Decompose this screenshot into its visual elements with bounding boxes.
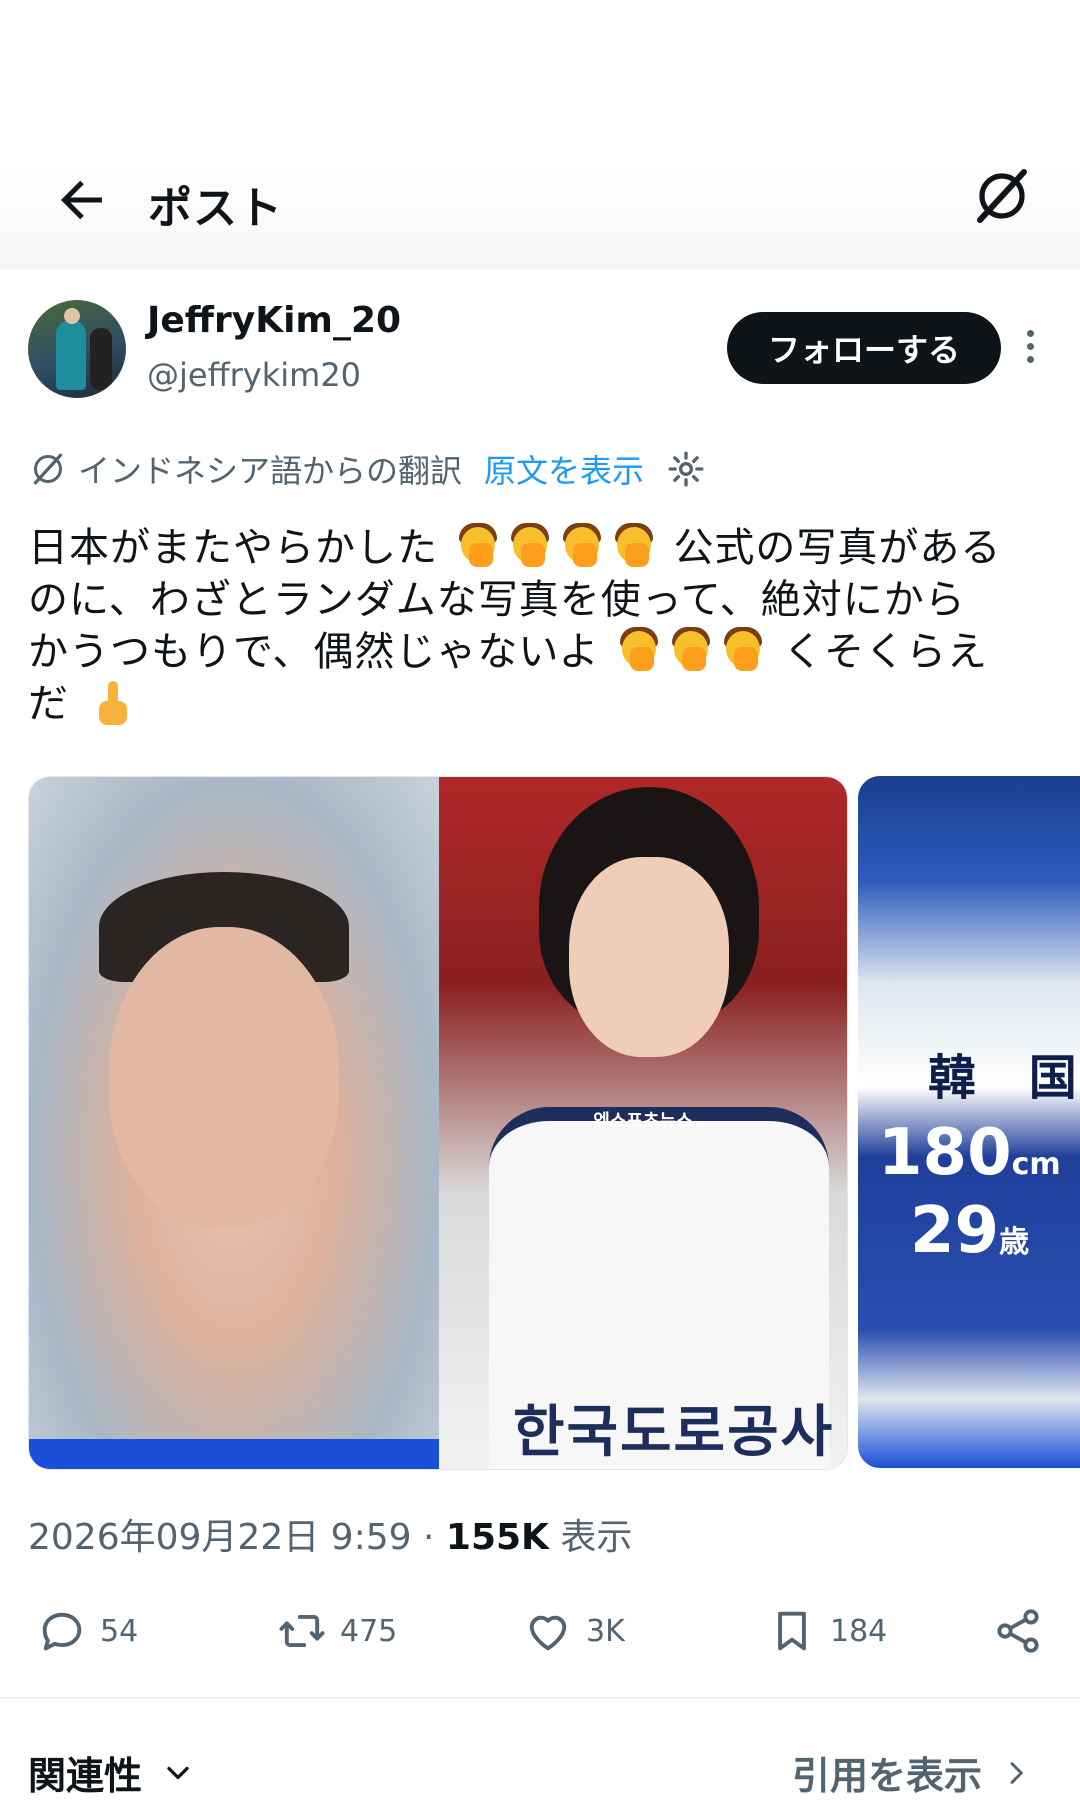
jersey-text: 한국도로공사 bbox=[513, 1400, 835, 1465]
image-right-panel: 엑스포츠뉴스 한국도로공사 bbox=[439, 777, 847, 1469]
reply-icon bbox=[42, 1612, 82, 1651]
more-options-icon[interactable] bbox=[1018, 330, 1042, 370]
view-label: 表示 bbox=[560, 1517, 633, 1558]
avatar-head bbox=[64, 308, 80, 324]
translation-bar: インドネシア語からの翻訳 原文を表示 bbox=[28, 446, 706, 492]
facepalm-emoji-icon bbox=[559, 523, 605, 569]
post-text: 日本がまたやらかした 公式の写真がある のに、わざとランダムな写真を使って、絶対… bbox=[28, 522, 1058, 730]
author-handle[interactable]: @jeffrykim20 bbox=[147, 356, 361, 394]
arrow-left-icon[interactable] bbox=[52, 170, 112, 230]
repost-button[interactable]: 475 bbox=[276, 1604, 397, 1658]
grok-translate-icon bbox=[33, 453, 63, 485]
avatar-figure-2 bbox=[90, 328, 112, 390]
show-original-link[interactable]: 原文を表示 bbox=[484, 446, 644, 492]
show-quotes-link[interactable]: 引用を表示 bbox=[792, 1745, 1032, 1800]
image-left-panel bbox=[29, 777, 439, 1469]
follow-button[interactable]: フォローする bbox=[727, 312, 1001, 384]
heart-icon bbox=[529, 1615, 567, 1651]
facepalm-emoji-icon bbox=[507, 523, 553, 569]
post-line-4: だ bbox=[28, 678, 1058, 730]
caption-country: 韓 国 bbox=[928, 1050, 1080, 1106]
translation-label: インドネシア語からの翻訳 bbox=[78, 452, 463, 490]
meta-separator: · bbox=[422, 1517, 435, 1558]
bookmark-count: 184 bbox=[830, 1613, 888, 1649]
facepalm-emoji-icon bbox=[668, 627, 714, 673]
like-button[interactable]: 3K bbox=[522, 1604, 625, 1658]
reply-button[interactable]: 54 bbox=[36, 1604, 138, 1658]
top-bar: ポスト bbox=[0, 150, 1080, 250]
facepalm-emoji-icon bbox=[611, 523, 657, 569]
caption-height: 180cm bbox=[878, 1116, 1061, 1190]
author-display-name[interactable]: JeffryKim_20 bbox=[147, 300, 401, 341]
post-line-3: かうつもりで、偶然じゃないよ くそくらえ bbox=[28, 627, 989, 675]
grok-icon[interactable] bbox=[970, 164, 1034, 228]
action-bar: 54 475 3K 184 bbox=[0, 1598, 1080, 1664]
facepalm-emoji-icon bbox=[616, 627, 662, 673]
image-watermark: 엑스포츠뉴스 bbox=[593, 1111, 693, 1132]
reply-count: 54 bbox=[100, 1613, 139, 1649]
share-icon bbox=[997, 1609, 1039, 1653]
bookmark-icon bbox=[778, 1611, 806, 1651]
repost-count: 475 bbox=[340, 1613, 398, 1649]
quotes-label: 引用を表示 bbox=[791, 1754, 982, 1798]
avatar[interactable] bbox=[28, 300, 126, 398]
relevance-label: 関連性 bbox=[28, 1754, 143, 1798]
post-timestamp[interactable]: 2026年09月22日 9:59 bbox=[28, 1517, 412, 1558]
chevron-down-icon bbox=[167, 1766, 189, 1779]
divider bbox=[0, 1697, 1080, 1699]
post-meta: 2026年09月22日 9:59 · 155K 表示 bbox=[28, 1508, 632, 1560]
share-button[interactable] bbox=[992, 1604, 1056, 1658]
post-line-2: のに、わざとランダムな写真を使って、絶対にから bbox=[28, 577, 966, 623]
page-title: ポスト bbox=[148, 183, 283, 234]
sort-relevance-dropdown[interactable]: 関連性 bbox=[28, 1745, 196, 1800]
post-image[interactable]: 엑스포츠뉴스 한국도로공사 bbox=[28, 776, 848, 1470]
middle-finger-emoji-icon bbox=[93, 681, 133, 727]
like-count: 3K bbox=[586, 1613, 625, 1649]
chevron-right-icon bbox=[1010, 1761, 1023, 1784]
gear-icon[interactable] bbox=[666, 449, 706, 489]
facepalm-emoji-icon bbox=[455, 523, 501, 569]
bookmark-button[interactable]: 184 bbox=[766, 1604, 887, 1658]
repost-icon bbox=[279, 1614, 325, 1648]
avatar-figure bbox=[56, 320, 86, 390]
caption-age: 29歳 bbox=[910, 1194, 1030, 1268]
post-image-2[interactable]: 韓 国 180cm 29歳 bbox=[858, 776, 1080, 1468]
view-count: 155K bbox=[445, 1517, 549, 1558]
post-line-1: 日本がまたやらかした 公式の写真がある bbox=[28, 523, 1002, 571]
facepalm-emoji-icon bbox=[720, 627, 766, 673]
